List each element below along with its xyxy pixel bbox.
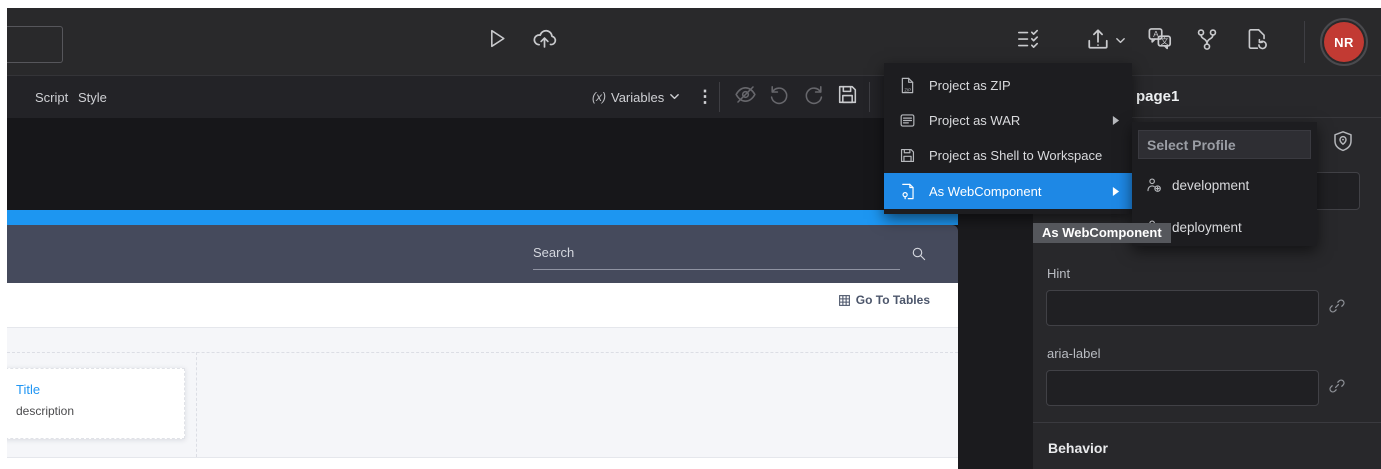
- variables-label: Variables: [611, 90, 664, 105]
- select-profile-header: Select Profile: [1138, 130, 1311, 159]
- svg-text:文: 文: [1160, 36, 1168, 46]
- go-to-tables-label: Go To Tables: [856, 293, 930, 307]
- security-tab[interactable]: [1327, 127, 1359, 159]
- menu-item-label: Project as WAR: [929, 113, 1020, 128]
- editor-toolbar: Script Style (x) Variables ⋮: [7, 75, 958, 118]
- war-file-icon: [898, 111, 917, 130]
- export-button[interactable]: [1079, 23, 1131, 59]
- page-preview-body: Go To Tables Title description: [7, 283, 958, 469]
- design-canvas[interactable]: Search Go To Tables Title description: [7, 118, 958, 469]
- webcomponent-tooltip: As WebComponent: [1033, 223, 1171, 243]
- file-sync-button[interactable]: [1239, 23, 1275, 59]
- toolbar-divider: [719, 82, 720, 112]
- chevron-down-icon: [1115, 32, 1126, 50]
- user-globe-icon: [1145, 176, 1163, 194]
- submenu-item-label: deployment: [1172, 220, 1242, 235]
- behavior-section-heading: Behavior: [1048, 440, 1108, 456]
- hint-field-label: Hint: [1047, 266, 1070, 281]
- aria-label-field-label: aria-label: [1047, 346, 1100, 361]
- go-to-tables-link[interactable]: Go To Tables: [838, 293, 930, 307]
- page-preview-header[interactable]: Search: [7, 225, 958, 283]
- kebab-menu-icon: ⋮: [697, 87, 714, 107]
- hint-field-input[interactable]: [1046, 290, 1319, 326]
- panel-divider: [1033, 422, 1381, 423]
- undo-button[interactable]: [761, 79, 797, 115]
- content-panel: Title description: [7, 327, 958, 458]
- search-input[interactable]: Search: [533, 245, 574, 260]
- zip-file-icon: ZIP: [898, 76, 917, 95]
- app-screen: A文 NR Script Style (x) Variables ⋮: [0, 0, 1381, 469]
- cloud-upload-icon: [531, 25, 558, 57]
- table-grid-icon: [838, 294, 851, 307]
- menu-item-label: Project as Shell to Workspace: [929, 148, 1102, 163]
- eye-off-icon: [733, 82, 758, 112]
- menu-item-project-as-war[interactable]: Project as WAR: [884, 103, 1132, 138]
- hint-bind-button[interactable]: [1326, 297, 1348, 319]
- user-avatar[interactable]: NR: [1320, 18, 1368, 66]
- avatar-initials: NR: [1324, 22, 1364, 62]
- submenu-item-development[interactable]: development: [1132, 169, 1317, 201]
- layout-guide-vertical: [196, 352, 197, 457]
- redo-button[interactable]: [795, 79, 831, 115]
- submenu-arrow-icon: [1112, 186, 1120, 197]
- link-icon: [1327, 296, 1347, 321]
- chevron-down-icon: [669, 93, 680, 101]
- webcomponent-file-icon: [898, 182, 917, 201]
- preview-button[interactable]: [526, 23, 562, 59]
- export-icon: [1084, 25, 1112, 58]
- localization-button[interactable]: A文: [1141, 23, 1177, 59]
- search-icon[interactable]: [910, 245, 928, 268]
- submenu-item-label: development: [1172, 178, 1249, 193]
- branch-icon: [1194, 26, 1220, 57]
- more-options-button[interactable]: ⋮: [695, 79, 715, 115]
- svg-text:ZIP: ZIP: [904, 87, 911, 92]
- versioning-button[interactable]: [1189, 23, 1225, 59]
- submenu-arrow-icon: [1112, 115, 1120, 126]
- card-title[interactable]: Title: [16, 382, 184, 397]
- translate-icon: A文: [1146, 25, 1173, 57]
- tab-script[interactable]: Script: [35, 76, 68, 118]
- menu-item-label: Project as ZIP: [929, 78, 1011, 93]
- page-title: page1: [1136, 88, 1179, 105]
- menu-item-project-as-zip[interactable]: ZIP Project as ZIP: [884, 68, 1132, 103]
- link-icon: [1327, 376, 1347, 401]
- main-toolbar: A文 NR: [7, 8, 1381, 75]
- checklist-icon: [1015, 26, 1041, 57]
- play-icon: [484, 26, 509, 56]
- variables-x-icon: (x): [592, 90, 606, 104]
- run-button[interactable]: [478, 23, 514, 59]
- menu-item-label: As WebComponent: [929, 184, 1042, 199]
- aria-label-bind-button[interactable]: [1326, 377, 1348, 399]
- checklist-button[interactable]: [1010, 23, 1046, 59]
- list-item-card[interactable]: Title description: [7, 368, 185, 439]
- toolbar-divider: [869, 82, 870, 112]
- shield-location-icon: [1331, 129, 1355, 158]
- card-description: description: [16, 404, 184, 418]
- selected-widget-highlight[interactable]: [7, 210, 958, 225]
- project-selector-box[interactable]: [7, 26, 63, 63]
- redo-icon: [801, 82, 826, 112]
- tab-style[interactable]: Style: [78, 76, 107, 118]
- save-icon: [835, 82, 860, 112]
- search-underline: [533, 269, 900, 270]
- shell-file-icon: [898, 146, 917, 165]
- aria-label-field-input[interactable]: [1046, 370, 1319, 406]
- file-refresh-icon: [1244, 26, 1270, 57]
- markup-toggle-button[interactable]: [727, 79, 763, 115]
- undo-icon: [767, 82, 792, 112]
- layout-guide-horizontal: [7, 352, 958, 353]
- menu-item-as-webcomponent[interactable]: As WebComponent: [884, 173, 1132, 209]
- variables-dropdown[interactable]: (x) Variables: [592, 76, 680, 118]
- menu-item-project-as-shell[interactable]: Project as Shell to Workspace: [884, 138, 1132, 173]
- toolbar-divider: [1304, 21, 1305, 63]
- save-button[interactable]: [829, 79, 865, 115]
- export-menu: ZIP Project as ZIP Project as WAR Projec…: [884, 63, 1132, 214]
